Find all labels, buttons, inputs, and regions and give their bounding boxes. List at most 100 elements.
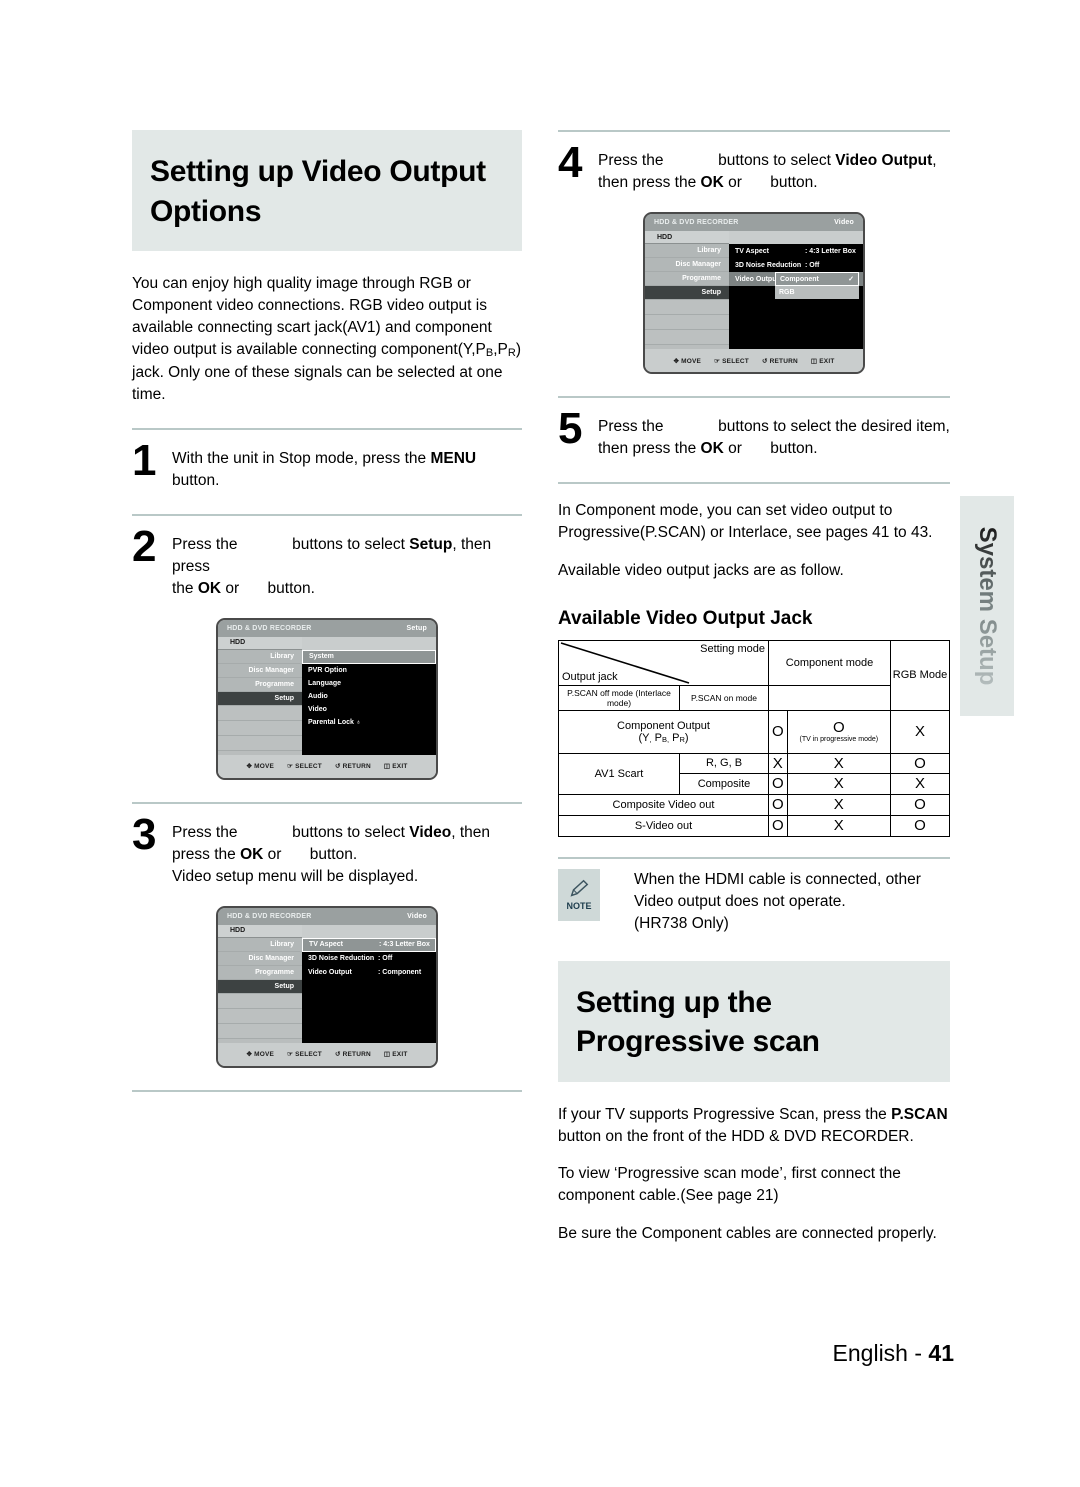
note-label: NOTE bbox=[566, 901, 592, 911]
osd-setting-3d-noise-reduction[interactable]: 3D Noise Reduction : Off bbox=[729, 258, 863, 272]
check-icon: ✓ bbox=[848, 276, 854, 283]
footer-page-number: 41 bbox=[928, 1340, 954, 1366]
osd-nav-item-setup[interactable]: Setup bbox=[645, 286, 729, 300]
setting-key: 3D Noise Reduction bbox=[308, 955, 375, 963]
return-icon: ↺ bbox=[334, 763, 341, 771]
ok-keyword: OK bbox=[700, 440, 724, 457]
osd-nav-item-setup[interactable]: Setup bbox=[218, 979, 302, 994]
cell-value: O bbox=[768, 709, 788, 754]
cell-value: X bbox=[786, 773, 892, 795]
note-block: NOTE When the HDMI cable is connected, o… bbox=[558, 856, 950, 935]
osd-nav-blank bbox=[218, 720, 302, 736]
divider bbox=[132, 513, 522, 516]
osd-setting-video-output[interactable]: Video Output : Component bbox=[302, 966, 436, 980]
osd-nav-item-setup[interactable]: Setup bbox=[218, 691, 302, 706]
cell-value: O bbox=[768, 773, 788, 795]
osd-nav-blank bbox=[218, 993, 302, 1009]
osd-footer-bar: ✥ MOVE ☞ SELECT ↺ RETURN ◫ EXIT bbox=[645, 349, 863, 372]
progressive-paragraph-3: Be sure the Component cables are connect… bbox=[558, 1224, 937, 1242]
video-output-keyword: Video Output bbox=[835, 152, 933, 169]
osd-nav-item-library[interactable]: Library bbox=[218, 649, 302, 664]
osd-menu-list: System PVR Option Language Audio Video P… bbox=[302, 649, 436, 755]
move-arrows-icon: ✥ bbox=[673, 357, 680, 365]
osd-move-hint: ✥ MOVE bbox=[246, 763, 275, 771]
intro-paragraph: You can enjoy high quality image through… bbox=[132, 275, 521, 403]
osd-select-hint: ☞ SELECT bbox=[714, 357, 749, 365]
divider bbox=[132, 801, 522, 804]
setting-value: : Off bbox=[805, 261, 820, 269]
divider bbox=[132, 427, 522, 430]
osd-menu-item-video[interactable]: Video bbox=[302, 703, 436, 716]
osd-settings-list: TV Aspect : 4:3 Letter Box 3D Noise Redu… bbox=[302, 937, 436, 1043]
osd-nav-item-disc-manager[interactable]: Disc Manager bbox=[218, 663, 302, 678]
osd-menu-item-system[interactable]: System bbox=[302, 649, 436, 664]
menu-keyword: MENU bbox=[430, 449, 477, 467]
osd-titlebar: HDD & DVD RECORDER Setup bbox=[218, 619, 436, 637]
step-2: 2 Press the buttons to select Setup, the… bbox=[132, 521, 522, 600]
setting-key: Video Output bbox=[308, 969, 352, 977]
osd-menu-item-audio[interactable]: Audio bbox=[302, 690, 436, 703]
setting-key: TV Aspect bbox=[309, 941, 343, 949]
osd-exit-hint: ◫ EXIT bbox=[810, 357, 835, 365]
step-number: 2 bbox=[132, 521, 157, 571]
osd-nav: HDD Library Disc Manager Programme Setup bbox=[218, 924, 302, 1043]
osd-nav-item-disc-manager[interactable]: Disc Manager bbox=[645, 258, 729, 272]
cell-value: O bbox=[890, 814, 950, 837]
osd-mode-label: Setup bbox=[406, 624, 427, 632]
osd-menu-item-parental-lock[interactable]: Parental Lock ♁ bbox=[302, 716, 436, 729]
dropdown-option-component[interactable]: Component ✓ bbox=[775, 272, 859, 286]
osd-setting-tv-aspect[interactable]: TV Aspect : 4:3 Letter Box bbox=[729, 244, 863, 258]
osd-device-title: HDD & DVD RECORDER bbox=[227, 912, 312, 920]
osd-titlebar: HDD & DVD RECORDER Video bbox=[645, 214, 863, 231]
manual-page: Setting up Video Output Options You can … bbox=[0, 0, 1080, 1487]
osd-nav-item-programme[interactable]: Programme bbox=[645, 272, 729, 286]
osd-setting-3d-noise-reduction[interactable]: 3D Noise Reduction : Off bbox=[302, 952, 436, 966]
step-text: With the unit in Stop mode, press the ME… bbox=[172, 449, 477, 489]
subscript-r: R bbox=[507, 347, 516, 360]
divider bbox=[558, 482, 950, 484]
osd-nav: HDD Library Disc Manager Programme Setup bbox=[645, 231, 729, 349]
row-label-s-video-out: S-Video out bbox=[558, 814, 769, 837]
side-tab-label: System Setup bbox=[974, 526, 1001, 686]
exit-icon: ◫ bbox=[810, 357, 818, 365]
osd-nav-item-library[interactable]: Library bbox=[218, 937, 302, 952]
setting-value: : Component bbox=[378, 969, 422, 977]
setting-key: 3D Noise Reduction bbox=[735, 261, 802, 269]
osd-nav-blank bbox=[218, 1023, 302, 1039]
table-header-pscan-on: P.SCAN on mode bbox=[679, 684, 769, 711]
osd-nav-item-programme[interactable]: Programme bbox=[218, 677, 302, 692]
exit-icon: ◫ bbox=[383, 763, 391, 771]
osd-nav-item-disc-manager[interactable]: Disc Manager bbox=[218, 951, 302, 966]
osd-mode-label: Video bbox=[407, 912, 427, 920]
osd-setting-tv-aspect[interactable]: TV Aspect : 4:3 Letter Box bbox=[302, 937, 436, 952]
osd-return-hint: ↺ RETURN bbox=[761, 357, 798, 365]
osd-menu-item-pvr-option[interactable]: PVR Option bbox=[302, 664, 436, 677]
osd-nav-blank bbox=[218, 705, 302, 721]
table-header-row: Setting mode Output jack Component mode … bbox=[558, 639, 950, 711]
osd-hdd-label: HDD bbox=[645, 231, 729, 244]
progressive-scan-title: Setting up the Progressive scan bbox=[576, 985, 820, 1059]
osd-menu-item-language[interactable]: Language bbox=[302, 677, 436, 690]
osd-screenshot-video-menu: HDD & DVD RECORDER Video HDD Library Dis… bbox=[216, 905, 438, 1068]
osd-nav-item-programme[interactable]: Programme bbox=[218, 965, 302, 980]
available-video-output-jack-table: Setting mode Output jack Component mode … bbox=[558, 639, 950, 837]
video-output-dropdown[interactable]: Component ✓ RGB bbox=[775, 272, 859, 299]
ok-keyword: OK bbox=[197, 579, 222, 597]
table-row: S-Video out O X O bbox=[558, 814, 950, 837]
osd-nav: HDD Library Disc Manager Programme Setup bbox=[218, 636, 302, 755]
osd-nav-blank bbox=[645, 315, 729, 330]
pscan-keyword: P.SCAN bbox=[891, 1105, 948, 1123]
osd-nav-item-library[interactable]: Library bbox=[645, 244, 729, 258]
osd-select-hint: ☞ SELECT bbox=[287, 763, 322, 771]
pencil-icon bbox=[570, 879, 589, 897]
osd-hdd-label: HDD bbox=[218, 924, 302, 938]
osd-exit-hint: ◫ EXIT bbox=[383, 763, 408, 771]
corner-setting-mode-label: Setting mode bbox=[700, 642, 765, 655]
osd-nav-blank bbox=[645, 300, 729, 315]
section-banner-video-output: Setting up Video Output Options bbox=[132, 130, 522, 252]
step-text: Press the buttons to select the desired … bbox=[598, 418, 950, 457]
dropdown-option-rgb[interactable]: RGB bbox=[775, 286, 859, 299]
cell-value: X bbox=[786, 752, 892, 775]
step-1: 1 With the unit in Stop mode, press the … bbox=[132, 438, 522, 492]
osd-footer-bar: ✥ MOVE ☞ SELECT ↺ RETURN ◫ EXIT bbox=[218, 1042, 436, 1066]
